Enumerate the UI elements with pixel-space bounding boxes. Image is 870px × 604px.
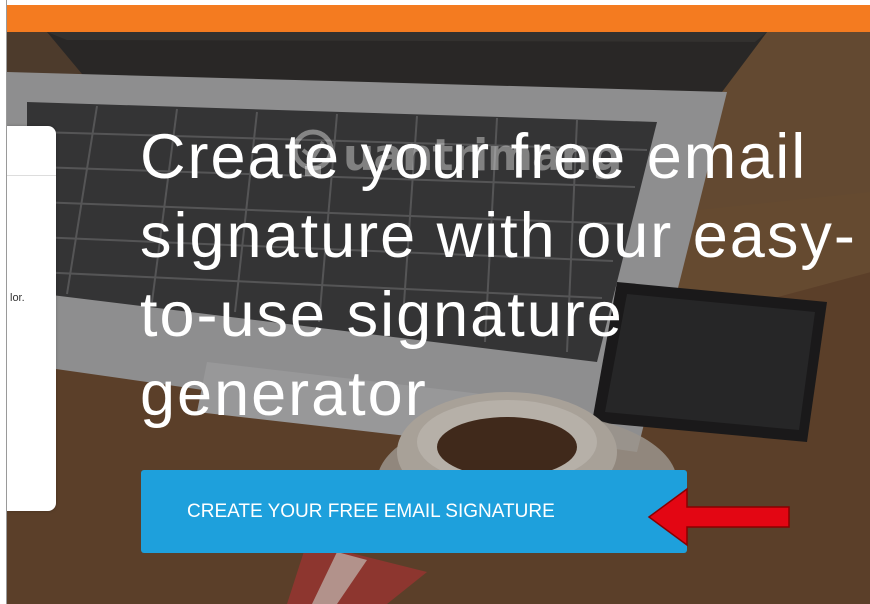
create-signature-button-label: CREATE YOUR FREE EMAIL SIGNATURE: [187, 501, 555, 522]
side-panel-divider: [7, 175, 56, 176]
browser-viewport: lor. uantrimang Create your free email s…: [6, 0, 870, 604]
side-panel-text: lor.: [10, 292, 25, 304]
hero-section: lor. uantrimang Create your free email s…: [7, 32, 870, 604]
create-signature-button[interactable]: CREATE YOUR FREE EMAIL SIGNATURE: [141, 470, 687, 553]
red-arrow-left-icon: [647, 487, 790, 547]
side-panel-card: lor.: [7, 126, 56, 511]
hero-headline: Create your free email signature with ou…: [140, 122, 857, 429]
site-header-bar: [7, 5, 870, 32]
